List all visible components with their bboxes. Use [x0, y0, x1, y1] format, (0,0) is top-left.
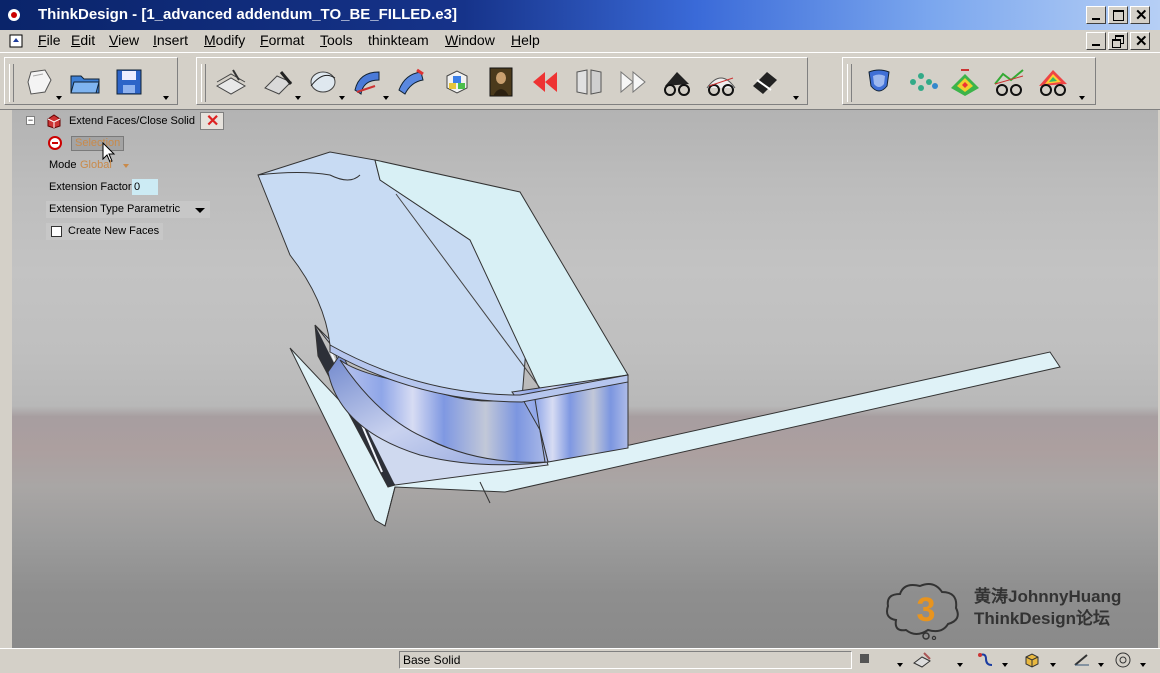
doc-restore-button[interactable]: [1108, 32, 1128, 50]
graphics-viewport[interactable]: 3 黄涛JohnnyHuang ThinkDesign论坛: [12, 110, 1158, 648]
extension-factor-label: Extension Factor: [49, 181, 132, 193]
solid-cube-icon[interactable]: [439, 66, 475, 98]
create-new-faces-checkbox[interactable]: [51, 226, 62, 237]
status-bar: Base Solid: [0, 648, 1160, 673]
title-bar: ThinkDesign - [1_advanced addendum_TO_BE…: [0, 0, 1160, 30]
menu-view[interactable]: View: [109, 32, 139, 48]
mode-value[interactable]: Global: [80, 159, 112, 171]
minimize-button[interactable]: [1086, 6, 1106, 24]
model-view[interactable]: [12, 110, 1158, 648]
close-icon: ✕: [206, 113, 220, 130]
glasses-graph-icon[interactable]: [991, 66, 1027, 98]
close-icon: ✕: [1135, 7, 1148, 24]
app-icon: [8, 9, 20, 21]
curve-icon[interactable]: [305, 66, 341, 98]
watermark: 3 黄涛JohnnyHuang ThinkDesign论坛: [882, 572, 1122, 642]
mode-dropdown-icon[interactable]: [123, 164, 129, 168]
menu-thinkteam[interactable]: thinkteam: [368, 32, 429, 48]
doc-close-button[interactable]: ✕: [1130, 32, 1150, 50]
rewind-icon[interactable]: [527, 66, 563, 98]
target-icon[interactable]: [1113, 651, 1133, 669]
record-icon[interactable]: [860, 654, 869, 663]
toolbar-grip[interactable]: [9, 64, 14, 102]
extension-factor-input[interactable]: 0: [132, 179, 158, 195]
measure-icon[interactable]: [1072, 651, 1092, 669]
save-icon[interactable]: [111, 66, 147, 98]
cancel-command-button[interactable]: ✕: [200, 112, 224, 130]
mode-label: Mode: [49, 159, 77, 171]
menu-file[interactable]: File: [38, 32, 61, 48]
extension-type-value: Parametric: [127, 203, 181, 215]
colored-glasses-icon[interactable]: [1035, 66, 1071, 98]
logo-digit: 3: [917, 591, 936, 629]
sketch-icon[interactable]: [213, 66, 249, 98]
toolbar-grip[interactable]: [847, 64, 852, 102]
surface-icon[interactable]: [349, 66, 385, 98]
cube-icon[interactable]: [1022, 651, 1042, 669]
left-border: [0, 110, 12, 648]
toolbar-group-modeling: [196, 57, 808, 105]
command-title: Extend Faces/Close Solid: [69, 115, 195, 127]
forward-icon[interactable]: [615, 66, 651, 98]
sketch-plane-icon[interactable]: [912, 651, 932, 669]
mona-lisa-icon[interactable]: [483, 66, 519, 98]
sweep-icon[interactable]: [393, 66, 429, 98]
menu-format[interactable]: Format: [260, 32, 304, 48]
toolbar-group-analysis: [842, 57, 1096, 105]
pen-icon[interactable]: [747, 66, 783, 98]
points-icon[interactable]: [905, 66, 941, 98]
status-text: Base Solid: [399, 651, 852, 669]
menu-window[interactable]: Window: [445, 32, 495, 48]
menu-bar: File Edit View Insert Modify Format Tool…: [0, 30, 1160, 52]
draw-icon[interactable]: [261, 66, 297, 98]
extend-faces-icon: [47, 114, 61, 129]
selection-button[interactable]: Selection: [71, 136, 124, 151]
menu-tools[interactable]: Tools: [320, 32, 353, 48]
document-icon[interactable]: [8, 32, 26, 50]
menu-insert[interactable]: Insert: [153, 32, 188, 48]
extension-type-label: Extension Type: [49, 203, 125, 215]
menu-modify[interactable]: Modify: [204, 32, 245, 48]
extension-type-select[interactable]: Extension Type Parametric: [46, 201, 210, 218]
maximize-button[interactable]: [1108, 6, 1128, 24]
toolbar-grip[interactable]: [201, 64, 206, 102]
close-button[interactable]: ✕: [1130, 6, 1150, 24]
new-icon[interactable]: [23, 66, 59, 98]
stop-icon: [48, 136, 62, 150]
create-new-faces-label: Create New Faces: [68, 225, 160, 237]
collapse-toggle[interactable]: −: [26, 116, 35, 125]
create-new-faces-row[interactable]: Create New Faces: [46, 223, 163, 240]
analysis-icon[interactable]: [703, 66, 739, 98]
curve-snap-icon[interactable]: [976, 651, 996, 669]
color-map-icon[interactable]: [947, 66, 983, 98]
open-folder-icon[interactable]: [67, 66, 103, 98]
toolbar-group-file: [4, 57, 178, 105]
doc-minimize-button[interactable]: [1086, 32, 1106, 50]
cloud-logo-icon: 3: [886, 583, 959, 640]
close-icon: ✕: [1135, 33, 1148, 50]
glasses-icon[interactable]: [659, 66, 695, 98]
split-icon[interactable]: [571, 66, 607, 98]
watermark-line2: ThinkDesign论坛: [974, 609, 1111, 628]
menu-edit[interactable]: Edit: [71, 32, 95, 48]
chevron-down-icon: [195, 208, 205, 213]
window-title: ThinkDesign - [1_advanced addendum_TO_BE…: [38, 6, 457, 23]
toolbar: [0, 52, 1160, 110]
menu-help[interactable]: Help: [511, 32, 540, 48]
shield-icon[interactable]: [861, 66, 897, 98]
